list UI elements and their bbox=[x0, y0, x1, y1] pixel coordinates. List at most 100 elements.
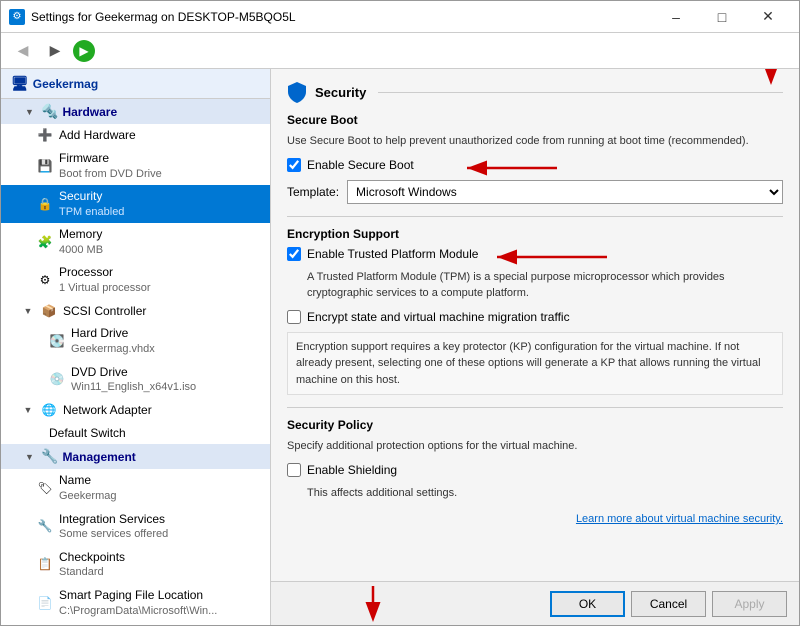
name-sub: Geekermag bbox=[59, 489, 116, 504]
right-panel-wrapper: Security Secure Boot Use Secure Boot to … bbox=[271, 69, 799, 625]
hardware-label: Hardware bbox=[62, 105, 117, 119]
main-window: ⚙ Settings for Geekermag on DESKTOP-M5BQ… bbox=[0, 0, 800, 626]
start-button[interactable]: ▶ bbox=[73, 40, 95, 62]
encrypt-traffic-row: Encrypt state and virtual machine migrat… bbox=[287, 310, 783, 324]
sidebar-item-processor[interactable]: ⚙ Processor 1 Virtual processor bbox=[1, 261, 270, 299]
processor-label: Processor bbox=[59, 264, 151, 281]
sidebar-item-name[interactable]: 🏷 Name Geekermag bbox=[1, 469, 270, 507]
processor-icon: ⚙ bbox=[37, 272, 53, 288]
vm-name: Geekermag bbox=[33, 77, 98, 91]
sidebar-item-firmware[interactable]: 💾 Firmware Boot from DVD Drive bbox=[1, 147, 270, 185]
security-policy-description: Specify additional protection options fo… bbox=[287, 438, 783, 455]
dvd-drive-label: DVD Drive bbox=[71, 364, 196, 381]
enable-tpm-label[interactable]: Enable Trusted Platform Module bbox=[307, 247, 478, 261]
enable-shielding-checkbox[interactable] bbox=[287, 463, 301, 477]
firmware-label: Firmware bbox=[59, 150, 162, 167]
sidebar-item-default-switch[interactable]: Default Switch bbox=[1, 422, 270, 445]
processor-sub: 1 Virtual processor bbox=[59, 281, 151, 296]
toolbar: ◀ ▶ ▶ bbox=[1, 33, 799, 69]
forward-button[interactable]: ▶ bbox=[41, 38, 69, 64]
memory-label: Memory bbox=[59, 226, 103, 243]
smart-paging-label: Smart Paging File Location bbox=[59, 587, 217, 604]
encrypt-traffic-checkbox[interactable] bbox=[287, 310, 301, 324]
security-policy-title: Security Policy bbox=[287, 418, 783, 432]
name-label: Name bbox=[59, 472, 116, 489]
sidebar-item-add-hardware[interactable]: ➕ Add Hardware bbox=[1, 124, 270, 147]
enable-shielding-label[interactable]: Enable Shielding bbox=[307, 463, 397, 477]
hardware-collapse-icon: ▼ bbox=[25, 107, 37, 117]
sidebar-item-auto-start[interactable]: ▶ Automatic Start Action bbox=[1, 622, 270, 625]
hard-drive-icon: 💽 bbox=[49, 333, 65, 349]
ok-button[interactable]: OK bbox=[550, 591, 625, 617]
secure-boot-title: Secure Boot bbox=[287, 113, 783, 127]
divider-1 bbox=[287, 216, 783, 217]
arrow-secure-boot bbox=[447, 154, 567, 182]
back-button[interactable]: ◀ bbox=[9, 38, 37, 64]
hard-drive-label: Hard Drive bbox=[71, 325, 155, 342]
add-hardware-label: Add Hardware bbox=[59, 127, 136, 144]
enable-secure-boot-row: Enable Secure Boot bbox=[287, 158, 783, 172]
network-icon: 🌐 bbox=[41, 402, 57, 418]
enable-secure-boot-label[interactable]: Enable Secure Boot bbox=[307, 158, 414, 172]
security-shield-icon bbox=[287, 81, 307, 103]
divider-2 bbox=[287, 407, 783, 408]
arrow-apply-indicator bbox=[751, 69, 791, 85]
network-expand-icon: ▼ bbox=[21, 403, 35, 417]
integration-label: Integration Services bbox=[59, 511, 168, 528]
cancel-button[interactable]: Cancel bbox=[631, 591, 706, 617]
sidebar-item-memory[interactable]: 🧩 Memory 4000 MB bbox=[1, 223, 270, 261]
integration-sub: Some services offered bbox=[59, 527, 168, 542]
security-label: Security bbox=[59, 188, 124, 205]
scsi-expand-icon: ▼ bbox=[21, 304, 35, 318]
encrypt-traffic-label[interactable]: Encrypt state and virtual machine migrat… bbox=[307, 310, 570, 324]
sidebar-item-network-adapter[interactable]: ▼ 🌐 Network Adapter bbox=[1, 399, 270, 422]
sidebar-item-smart-paging[interactable]: 📄 Smart Paging File Location C:\ProgramD… bbox=[1, 584, 270, 622]
window-title: Settings for Geekermag on DESKTOP-M5BQO5… bbox=[31, 10, 653, 24]
sidebar-item-scsi[interactable]: ▼ 📦 SCSI Controller bbox=[1, 300, 270, 323]
minimize-button[interactable]: – bbox=[653, 1, 699, 33]
apply-button[interactable]: Apply bbox=[712, 591, 787, 617]
learn-more-link[interactable]: Learn more about virtual machine securit… bbox=[287, 513, 783, 525]
secure-boot-description: Use Secure Boot to help prevent unauthor… bbox=[287, 133, 783, 150]
network-label: Network Adapter bbox=[63, 402, 152, 419]
memory-icon: 🧩 bbox=[37, 234, 53, 250]
bottom-bar: OK Cancel Apply bbox=[271, 581, 799, 625]
encryption-section: Encryption Support Enable Trusted Platfo… bbox=[287, 227, 783, 396]
scsi-icon: 📦 bbox=[41, 303, 57, 319]
template-select[interactable]: Microsoft Windows Microsoft UEFI Certifi… bbox=[347, 180, 783, 204]
checkpoints-icon: 📋 bbox=[37, 557, 53, 573]
name-icon: 🏷 bbox=[37, 480, 53, 496]
maximize-button[interactable]: □ bbox=[699, 1, 745, 33]
security-icon: 🔒 bbox=[37, 196, 53, 212]
title-bar: ⚙ Settings for Geekermag on DESKTOP-M5BQ… bbox=[1, 1, 799, 33]
checkpoints-sub: Standard bbox=[59, 565, 125, 580]
security-sub: TPM enabled bbox=[59, 205, 124, 220]
shielding-note: This affects additional settings. bbox=[307, 485, 783, 502]
template-row: Template: Microsoft Windows Microsoft UE… bbox=[287, 180, 783, 204]
hardware-section[interactable]: ▼ 🔩 Hardware bbox=[1, 99, 270, 124]
window-icon: ⚙ bbox=[9, 9, 25, 25]
sidebar-item-hard-drive[interactable]: 💽 Hard Drive Geekermag.vhdx bbox=[1, 322, 270, 360]
add-hardware-icon: ➕ bbox=[37, 127, 53, 143]
scsi-label: SCSI Controller bbox=[63, 303, 146, 320]
smart-paging-icon: 📄 bbox=[37, 595, 53, 611]
management-section[interactable]: ▼ 🔧 Management bbox=[1, 444, 270, 469]
close-button[interactable]: ✕ bbox=[745, 1, 791, 33]
integration-icon: 🔧 bbox=[37, 519, 53, 535]
smart-paging-sub: C:\ProgramData\Microsoft\Win... bbox=[59, 604, 217, 619]
sidebar-item-checkpoints[interactable]: 📋 Checkpoints Standard bbox=[1, 546, 270, 584]
sidebar-item-integration-services[interactable]: 🔧 Integration Services Some services off… bbox=[1, 508, 270, 546]
enable-tpm-checkbox[interactable] bbox=[287, 247, 301, 261]
security-panel-title: Security bbox=[315, 85, 366, 100]
sidebar-item-security[interactable]: 🔒 Security TPM enabled bbox=[1, 185, 270, 223]
vm-name-header: 🖥 Geekermag bbox=[1, 69, 270, 99]
management-collapse-icon: ▼ bbox=[25, 452, 37, 462]
enable-secure-boot-checkbox[interactable] bbox=[287, 158, 301, 172]
default-switch-label: Default Switch bbox=[49, 425, 126, 442]
enable-tpm-row: Enable Trusted Platform Module bbox=[287, 247, 783, 261]
secure-boot-section: Secure Boot Use Secure Boot to help prev… bbox=[287, 113, 783, 204]
sidebar-item-dvd-drive[interactable]: 💿 DVD Drive Win11_English_x64v1.iso bbox=[1, 361, 270, 399]
right-panel: Security Secure Boot Use Secure Boot to … bbox=[271, 69, 799, 581]
dvd-drive-icon: 💿 bbox=[49, 372, 65, 388]
checkpoints-label: Checkpoints bbox=[59, 549, 125, 566]
